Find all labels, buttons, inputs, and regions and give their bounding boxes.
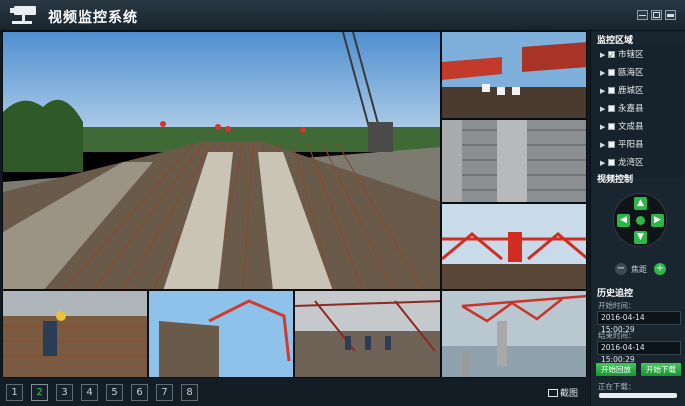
region-checkbox[interactable] <box>608 87 615 94</box>
start-time-label: 开始时间： <box>598 301 636 310</box>
region-checkbox[interactable] <box>608 48 615 64</box>
expand-arrow-icon[interactable]: ▶ <box>600 137 608 153</box>
region-item-1[interactable]: ▶ 市辖区 <box>600 47 644 64</box>
region-label: 永嘉县 <box>618 104 644 114</box>
expand-arrow-icon[interactable]: ▶ <box>600 101 608 117</box>
page-button-8[interactable]: 8 <box>181 384 198 401</box>
region-checkbox[interactable] <box>608 141 615 148</box>
region-checkbox[interactable] <box>608 123 615 130</box>
region-item-2[interactable]: ▶ 瓯海区 <box>600 65 644 81</box>
expand-arrow-icon[interactable]: ▶ <box>600 83 608 99</box>
page-button-6[interactable]: 6 <box>131 384 148 401</box>
download-progress-bar <box>599 393 677 398</box>
arrow-left-icon[interactable]: ◀ <box>617 214 630 227</box>
playback-button[interactable]: 开始回放 <box>596 363 636 376</box>
region-item-3[interactable]: ▶ 鹿城区 <box>600 83 644 99</box>
region-checkbox[interactable] <box>608 69 615 76</box>
minimize-button[interactable] <box>637 10 648 20</box>
feed-bottom-1[interactable] <box>2 290 148 378</box>
maximize-button[interactable] <box>651 10 662 20</box>
ptz-section-title: 视频控制 <box>597 175 634 185</box>
zoom-out-icon[interactable]: − <box>615 263 627 275</box>
feed-top-right-1[interactable] <box>441 31 587 119</box>
concrete-pump-scene <box>149 291 293 377</box>
arrow-right-icon[interactable]: ▶ <box>651 214 664 227</box>
start-time-field[interactable]: 2016-04-14 15:00:29 <box>597 311 681 334</box>
region-label: 平阳县 <box>618 140 644 150</box>
steel-frame-scene <box>295 291 440 377</box>
close-button[interactable] <box>665 10 676 20</box>
feed-bottom-3[interactable] <box>294 290 441 378</box>
screenshot-icon <box>548 389 558 397</box>
region-item-5[interactable]: ▶ 文成县 <box>600 119 644 135</box>
page-button-4[interactable]: 4 <box>81 384 98 401</box>
region-tree: ▶ 市辖区 ▶ 瓯海区 ▶ 鹿城区 ▶ 永嘉县 ▶ 文成县 ▶ 平阳县 ▶ 龙湾区 <box>591 45 684 177</box>
end-time-field[interactable]: 2016-04-14 15:00:29 <box>597 341 681 364</box>
region-item-4[interactable]: ▶ 永嘉县 <box>600 101 644 117</box>
camera-logo-icon <box>10 6 36 24</box>
expand-arrow-icon[interactable]: ▶ <box>600 47 608 63</box>
construction-scene-main <box>3 32 440 289</box>
expand-arrow-icon[interactable]: ▶ <box>600 119 608 135</box>
arrow-up-icon[interactable]: ▲ <box>634 197 647 210</box>
region-checkbox[interactable] <box>608 159 615 166</box>
ptz-center-icon[interactable] <box>636 216 645 225</box>
page-button-1[interactable]: 1 <box>6 384 23 401</box>
page-button-5[interactable]: 5 <box>106 384 123 401</box>
feed-top-right-2[interactable] <box>441 119 587 203</box>
feed-top-right-3[interactable] <box>441 203 587 290</box>
snapshot-button[interactable]: 截图 <box>548 386 578 399</box>
expand-arrow-icon[interactable]: ▶ <box>600 155 608 171</box>
download-button[interactable]: 开始下载 <box>641 363 681 376</box>
page-button-7[interactable]: 7 <box>156 384 173 401</box>
snapshot-label: 截图 <box>560 389 579 399</box>
region-label: 鹿城区 <box>618 86 644 96</box>
page-selector-bar: 1 2 3 4 5 6 7 8 截图 <box>0 378 590 406</box>
expand-arrow-icon[interactable]: ▶ <box>600 65 608 81</box>
feed-bottom-2[interactable] <box>148 290 294 378</box>
app-title: 视频监控系统 <box>48 10 138 26</box>
bridge-girder-scene <box>442 32 586 118</box>
region-label: 龙湾区 <box>618 158 644 168</box>
region-label: 瓯海区 <box>618 68 644 78</box>
page-button-3[interactable]: 3 <box>56 384 73 401</box>
download-status-label: 正在下载： <box>598 382 636 391</box>
region-checkbox[interactable] <box>608 105 615 112</box>
feed-bottom-4[interactable] <box>441 290 587 378</box>
end-time-label: 结束时间： <box>598 331 636 340</box>
region-item-7[interactable]: ▶ 龙湾区 <box>600 155 644 171</box>
title-bar: 视频监控系统 <box>0 0 685 31</box>
video-wall <box>2 31 587 378</box>
zoom-label: 焦距 <box>631 265 647 274</box>
control-sidebar: 监控区域 ▶市辖区 ▶瓯海区 ▶鹿城区 ▶永嘉县 ▶文成县 ▶平阳县 ▶龙湾区 … <box>590 31 685 406</box>
sea-gantry-scene <box>442 291 586 377</box>
feed-main[interactable] <box>2 31 441 290</box>
zoom-in-icon[interactable]: + <box>654 263 666 275</box>
red-gantry-scene <box>442 204 586 289</box>
maximize-icon <box>653 12 660 18</box>
arrow-down-icon[interactable]: ▼ <box>634 231 647 244</box>
region-label: 文成县 <box>618 122 644 132</box>
ptz-control-pad: ▲ ▼ ◀ ▶ <box>613 193 667 247</box>
close-icon <box>667 14 674 17</box>
page-button-2[interactable]: 2 <box>31 384 48 401</box>
workers-rebar-scene <box>3 291 147 377</box>
history-section-title: 历史追控 <box>597 289 634 299</box>
region-item-6[interactable]: ▶ 平阳县 <box>600 137 644 153</box>
region-label: 市辖区 <box>618 50 644 60</box>
deck-rebar-scene <box>442 120 586 202</box>
minimize-icon <box>639 15 646 16</box>
